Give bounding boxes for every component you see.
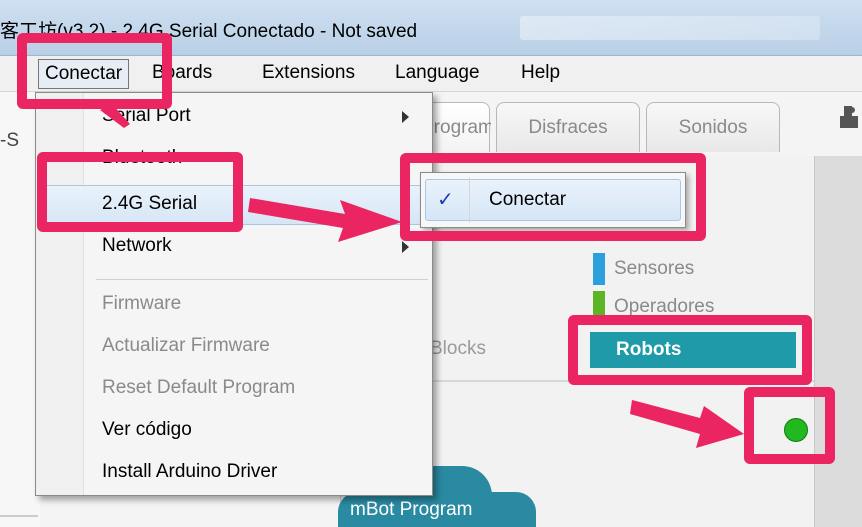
titlebar-ghost [520,16,820,40]
blocks-label: Blocks [430,338,486,359]
tab-disfraces[interactable]: Disfraces [496,102,640,152]
tab-bar: Programas Disfraces Sonidos [420,98,862,158]
puzzle-icon[interactable] [840,104,858,130]
menu-language[interactable]: Language [395,62,480,84]
scripts-scrollbar[interactable] [814,156,862,527]
menu-item-firmware: Firmware [102,293,182,314]
menu-item-reset-default: Reset Default Program [102,377,296,398]
menu-help[interactable]: Help [521,62,560,84]
chevron-right-icon [402,241,409,253]
menu-extensions[interactable]: Extensions [262,62,355,84]
menu-item-ver-codigo[interactable]: Ver código [102,419,192,441]
category-sensores[interactable]: Sensores [614,258,694,280]
category-bar-sensores [593,253,605,285]
annotation-box-conectar-submenu [400,153,706,241]
left-panel [0,92,40,527]
chevron-right-icon [402,111,409,123]
left-panel-label: -S [0,130,19,151]
menu-item-install-driver[interactable]: Install Arduino Driver [102,461,277,483]
mbot-program-block[interactable]: mBot Program [338,492,536,527]
menu-item-actualizar-firmware: Actualizar Firmware [102,335,270,356]
annotation-box-robots [568,315,812,385]
annotation-box-24g-serial [37,152,243,232]
annotation-box-conectar-menu [17,33,172,109]
annotation-box-status-dot [744,387,835,464]
dropdown-separator [96,279,428,280]
menu-item-network[interactable]: Network [102,235,172,257]
tab-sonidos[interactable]: Sonidos [646,102,780,152]
left-divider [0,515,38,517]
